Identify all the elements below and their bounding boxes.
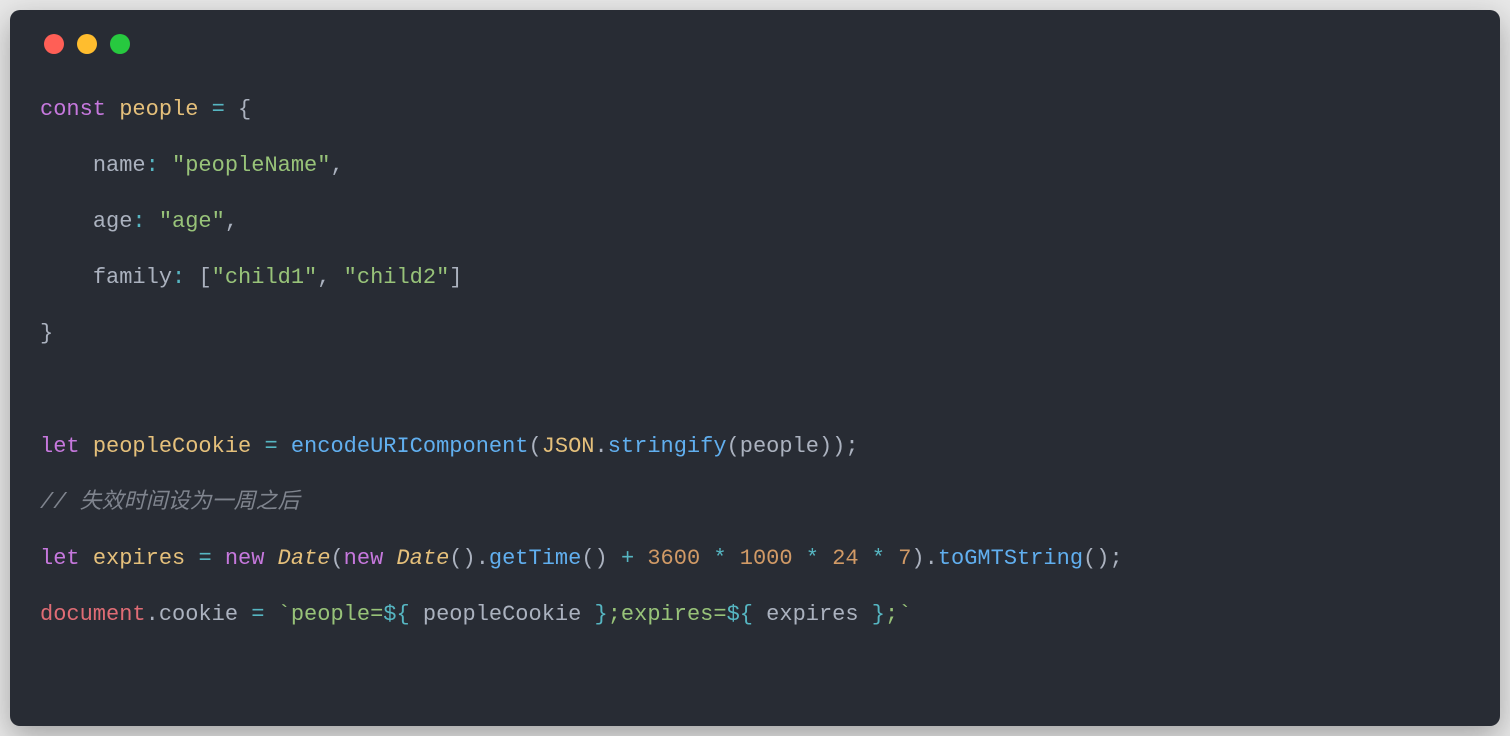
code-line-9: let expires = new Date(new Date().getTim… (40, 546, 1123, 571)
code-content: const people = { name: "peopleName", age… (40, 82, 1470, 643)
code-line-3: age: "age", (40, 209, 238, 234)
window-controls (40, 34, 1470, 54)
code-line-6 (40, 377, 53, 402)
code-line-7: let peopleCookie = encodeURIComponent(JS… (40, 434, 859, 459)
maximize-icon[interactable] (110, 34, 130, 54)
code-line-10: document.cookie = `people=${ peopleCooki… (40, 602, 911, 627)
minimize-icon[interactable] (77, 34, 97, 54)
code-line-1: const people = { (40, 97, 251, 122)
code-line-5: } (40, 321, 53, 346)
code-line-4: family: ["child1", "child2"] (40, 265, 463, 290)
code-window: const people = { name: "peopleName", age… (10, 10, 1500, 726)
code-line-8: // 失效时间设为一周之后 (40, 490, 300, 515)
code-line-2: name: "peopleName", (40, 153, 344, 178)
close-icon[interactable] (44, 34, 64, 54)
